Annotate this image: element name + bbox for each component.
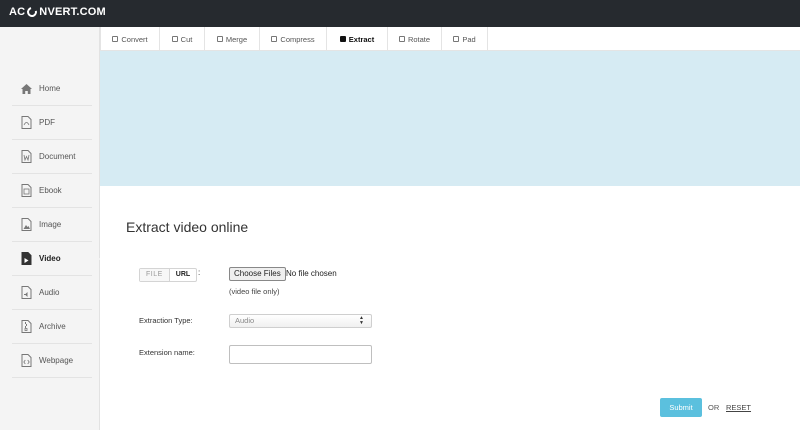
logo-text-left: AC xyxy=(9,6,26,18)
tab-cut[interactable]: Cut xyxy=(160,27,205,51)
logo-text-right: NVERT.COM xyxy=(39,6,106,18)
source-toggle: FILE URL xyxy=(139,268,198,282)
url-toggle-button[interactable]: URL xyxy=(170,269,196,281)
sidebar-item-audio[interactable]: Audio xyxy=(12,276,92,310)
checkbox-icon xyxy=(453,36,460,42)
file-status-text: No file chosen xyxy=(286,269,337,278)
ebook-icon xyxy=(19,184,33,198)
checkbox-icon xyxy=(171,36,178,42)
site-logo[interactable]: AC NVERT.COM xyxy=(9,5,106,19)
sidebar-item-image[interactable]: Image xyxy=(12,208,92,242)
extension-name-label: Extension name: xyxy=(139,348,195,357)
sidebar: Home PDF Document Ebook Image Video Audi… xyxy=(0,27,105,430)
tab-label: Convert xyxy=(121,34,148,44)
tab-label: Pad xyxy=(462,34,476,44)
video-icon xyxy=(19,252,33,266)
sidebar-item-document[interactable]: Document xyxy=(12,140,92,174)
sidebar-item-home[interactable]: Home xyxy=(12,72,92,106)
tab-label: Compress xyxy=(280,34,315,44)
tool-tabs: Convert Cut Merge Compress Extract Rotat… xyxy=(100,27,800,51)
banner-area xyxy=(100,51,800,186)
sidebar-item-webpage[interactable]: Webpage xyxy=(12,344,92,378)
tab-merge[interactable]: Merge xyxy=(205,27,260,51)
sidebar-item-label: Archive xyxy=(39,322,66,331)
checkbox-icon xyxy=(112,36,119,42)
sidebar-item-label: Webpage xyxy=(39,356,74,365)
top-bar: AC NVERT.COM xyxy=(0,0,800,27)
tab-compress[interactable]: Compress xyxy=(260,27,327,51)
extension-name-input[interactable] xyxy=(229,345,372,364)
extraction-type-label: Extraction Type: xyxy=(139,316,193,325)
submit-button[interactable]: Submit xyxy=(660,398,702,417)
file-hint: (video file only) xyxy=(229,287,280,296)
sidebar-item-pdf[interactable]: PDF xyxy=(12,106,92,140)
file-toggle-button[interactable]: FILE xyxy=(140,269,170,281)
extraction-type-select[interactable]: Audio ▲ ▼ xyxy=(229,314,372,328)
sidebar-item-label: Audio xyxy=(39,288,60,297)
sidebar-item-label: Video xyxy=(39,254,61,263)
checkbox-icon xyxy=(271,36,278,42)
tab-label: Cut xyxy=(180,34,193,44)
sidebar-item-label: PDF xyxy=(39,118,55,127)
tab-pad[interactable]: Pad xyxy=(442,27,488,51)
choose-files-button[interactable]: Choose Files xyxy=(229,267,286,281)
audio-icon xyxy=(19,286,33,300)
sidebar-item-video[interactable]: Video xyxy=(12,242,105,276)
sidebar-item-label: Ebook xyxy=(39,186,62,195)
home-icon xyxy=(19,82,33,96)
reset-link[interactable]: RESET xyxy=(726,403,751,412)
document-icon xyxy=(19,150,33,164)
archive-icon xyxy=(19,320,33,334)
page-title: Extract video online xyxy=(126,219,249,235)
source-colon: : xyxy=(198,268,201,277)
checkbox-icon xyxy=(339,36,346,42)
logo-swirl-icon xyxy=(25,5,40,19)
checkbox-icon xyxy=(216,36,223,42)
tab-extract[interactable]: Extract xyxy=(327,27,388,51)
or-separator: OR xyxy=(708,403,720,412)
checkbox-icon xyxy=(398,36,405,42)
select-arrows-icon: ▲ ▼ xyxy=(359,315,364,326)
tab-label: Merge xyxy=(225,34,248,44)
tab-label: Extract xyxy=(348,34,375,44)
tab-convert[interactable]: Convert xyxy=(100,27,160,51)
sidebar-item-archive[interactable]: Archive xyxy=(12,310,92,344)
image-icon xyxy=(19,218,33,232)
sidebar-item-ebook[interactable]: Ebook xyxy=(12,174,92,208)
extraction-type-value: Audio xyxy=(235,316,255,325)
sidebar-item-label: Image xyxy=(39,220,62,229)
webpage-icon xyxy=(19,354,33,368)
tab-label: Rotate xyxy=(407,34,431,44)
sidebar-item-label: Document xyxy=(39,152,76,161)
pdf-icon xyxy=(19,116,33,130)
sidebar-item-label: Home xyxy=(39,84,61,93)
tab-rotate[interactable]: Rotate xyxy=(388,27,442,51)
